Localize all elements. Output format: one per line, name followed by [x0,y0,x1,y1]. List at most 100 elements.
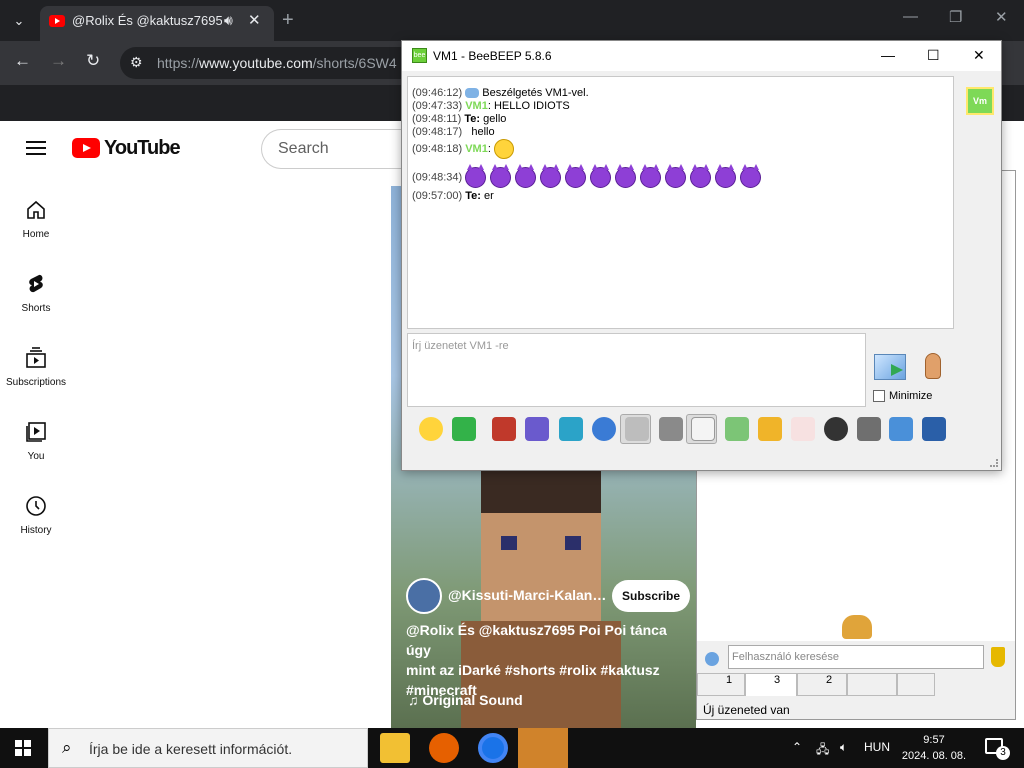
minimize-button[interactable]: — [881,47,895,63]
microphone-icon[interactable] [925,353,941,379]
window-titlebar[interactable]: bee VM1 - BeeBEEP 5.8.6 — ☐ ✕ [402,41,1001,71]
youtube-wordmark[interactable]: YouTube [104,137,181,160]
menu-icon[interactable] [26,141,46,155]
tab-chats[interactable]: 1 [697,673,745,696]
show-hidden-icons[interactable]: ⌃ [792,740,802,754]
youtube-logo-icon[interactable] [72,138,100,158]
minimize-window-button[interactable]: — [903,8,918,25]
settings-gear-icon[interactable] [592,417,616,441]
message-placeholder: Írj üzenetet VM1 -re [412,340,509,352]
devil-emoji-icon [740,164,762,188]
music-icon[interactable] [691,417,715,441]
minimize-checkbox[interactable]: Minimize [873,390,933,403]
resize-grip-icon[interactable] [990,459,998,467]
sidebar-label: Subscriptions [5,377,67,388]
color-picker-icon[interactable] [525,417,549,441]
forward-button[interactable]: → [50,51,67,71]
subscriptions-icon [26,347,46,368]
send-message-icon[interactable] [874,354,906,380]
devil-emoji-icon [490,164,512,188]
text-format-icon[interactable] [559,417,583,441]
beebeep-chat-window: bee VM1 - BeeBEEP 5.8.6 — ☐ ✕ (09:46:12)… [401,40,1002,471]
sidebar-item-history[interactable]: History [0,494,72,554]
sidebar-item-you[interactable]: You [0,420,72,480]
clear-search-icon[interactable] [991,647,1005,667]
user-badge-vm1[interactable]: Vm [966,87,994,115]
restore-window-button[interactable]: ❐ [949,8,962,26]
send-file-icon[interactable] [758,417,782,441]
devil-emoji-icon [715,164,737,188]
subscribe-button[interactable]: Subscribe [612,580,690,612]
sidebar-item-shorts[interactable]: Shorts [0,272,72,332]
users-tab-icon [756,675,770,686]
reload-button[interactable]: ↻ [86,51,100,71]
clear-chat-icon[interactable] [857,417,881,441]
download-icon[interactable] [452,417,476,441]
address-bar[interactable]: ⚙ https://www.youtube.com/shorts/6SW4 [120,47,420,79]
browser-tab-active[interactable]: @Rolix És @kaktusz7695 Poi Poi tánca 🔊︎ … [40,6,274,41]
notes-icon[interactable] [889,417,913,441]
code-icon[interactable] [791,417,815,441]
video-frame-eyes [501,536,581,550]
notification-count: 3 [996,746,1010,760]
save-chat-icon[interactable] [922,417,946,441]
close-window-button[interactable]: ✕ [995,8,1008,26]
channel-name[interactable]: @Kissuti-Marci-Kalandj... [448,587,608,603]
save-file-icon[interactable] [725,417,749,441]
sidebar-label: You [27,451,45,462]
beebeep-taskbar-icon[interactable] [518,728,568,768]
channel-avatar[interactable] [406,578,442,614]
checkbox-box[interactable] [873,390,885,403]
sidebar-label: History [20,525,52,536]
maximize-button[interactable]: ☐ [927,47,940,64]
minimize-label: Minimize [889,390,933,402]
windows-start-icon[interactable] [15,740,31,756]
tab-plugins[interactable] [897,673,935,696]
search-input[interactable]: Search [261,129,411,169]
speaker-icon[interactable]: 🔊︎ [224,12,233,29]
chat-message: (09:48:18) VM1: [412,139,514,159]
message-input[interactable]: Írj üzenetet VM1 -re [407,333,866,407]
emoticon-icon[interactable] [419,417,443,441]
search-icon: ⌕ [62,738,72,757]
sidebar-label: Shorts [21,303,51,314]
file-explorer-icon[interactable] [380,733,410,763]
close-button[interactable]: ✕ [973,47,985,64]
inbox-icon[interactable] [625,417,649,441]
taskbar-search-input[interactable]: ⌕ Írja be ide a keresett információt. [48,728,368,768]
sidebar-item-subscriptions[interactable]: Subscriptions [0,346,72,406]
original-sound-link[interactable]: ♫ Original Sound [408,692,523,708]
user-search-placeholder: Felhasználó keresése [732,651,840,663]
tab-network[interactable] [847,673,897,696]
font-icon[interactable] [492,417,516,441]
language-indicator[interactable]: HUN [864,740,890,754]
laughing-emoji-icon [493,139,514,159]
tab-users[interactable]: 3 [745,673,797,696]
network-icon[interactable]: 🖧︎ [816,740,829,761]
short-title[interactable]: @Rolix És @kaktusz7695 Poi Poi tánca úgy… [406,620,686,700]
search-placeholder: Search [278,140,329,157]
volume-muted-icon[interactable]: 🔈︎ [840,740,847,755]
chat-history[interactable]: (09:46:12) Beszélgetés VM1-vel. (09:47:3… [407,76,954,329]
new-tab-button[interactable]: + [282,9,294,32]
back-button[interactable]: ← [14,51,31,71]
chrome-icon[interactable] [478,733,508,763]
screenshot-icon[interactable] [824,417,848,441]
sidebar-item-home[interactable]: Home [0,198,72,258]
home-icon [27,200,45,219]
tab-search-button[interactable]: ⌄ [6,8,32,34]
devil-emoji-icon [590,164,612,188]
notification-center-icon[interactable]: 3 [985,738,1010,760]
close-tab-icon[interactable]: ✕ [248,11,261,29]
site-info-icon[interactable]: ⚙ [130,54,143,71]
clock[interactable]: 9:57 2024. 08. 08. [898,732,970,764]
plugins-tab-icon [908,675,922,686]
firefox-icon[interactable] [429,733,459,763]
clock-time: 9:57 [923,734,945,746]
font-size-icon[interactable] [659,417,683,441]
network-tab-icon [858,675,872,686]
short-title-line: mint az iDarké #shorts #rolix #kaktusz [406,662,660,678]
user-search-input[interactable]: Felhasználó keresése [728,645,984,669]
chat-message: (09:57:00) Te: er [412,190,494,202]
tab-groups[interactable]: 2 [797,673,847,696]
